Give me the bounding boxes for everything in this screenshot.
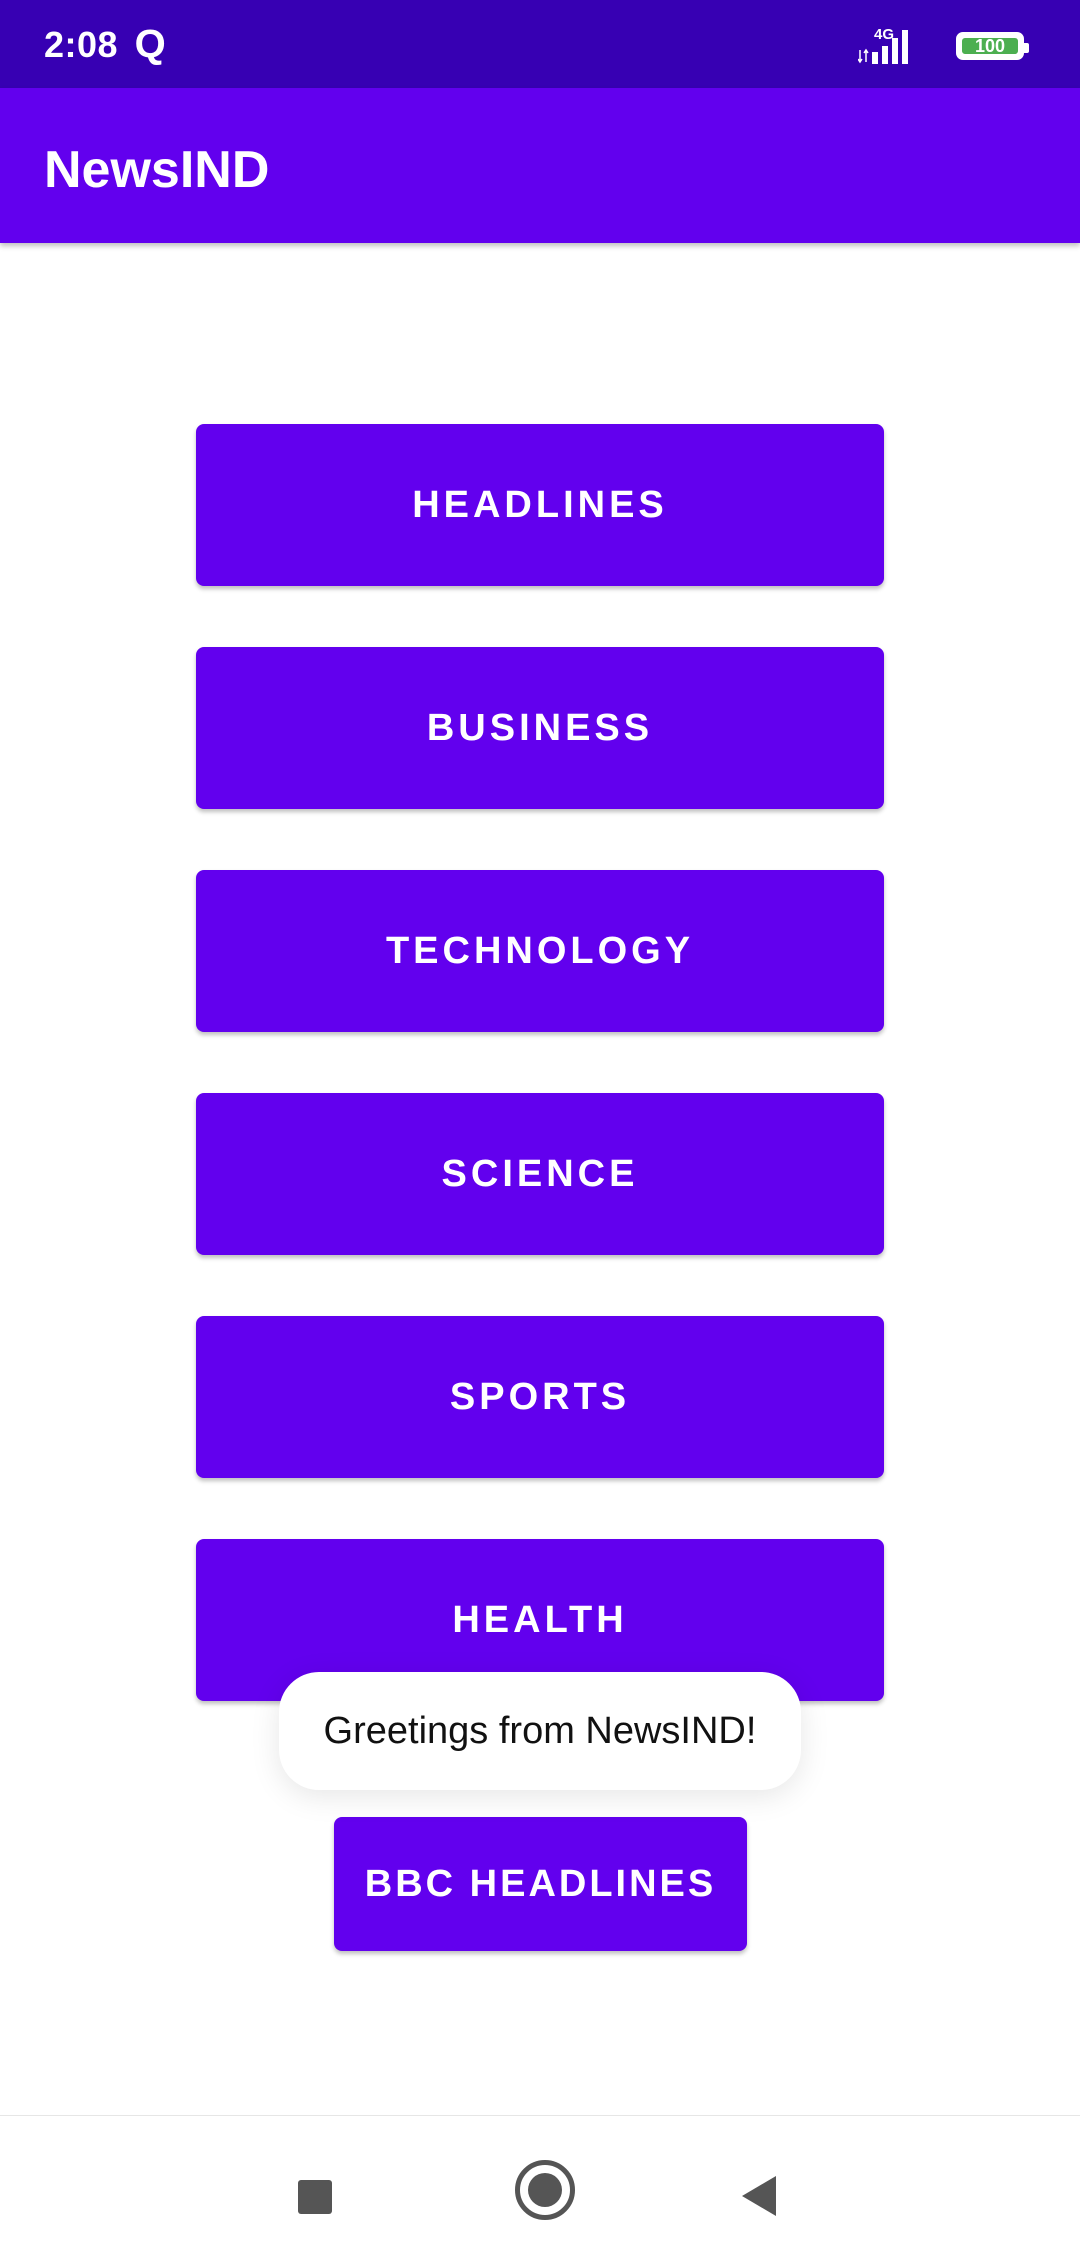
home-circle-icon[interactable] xyxy=(515,2160,575,2220)
business-button[interactable]: BUSINESS xyxy=(196,647,884,809)
status-q-icon: Q xyxy=(134,22,167,66)
home-circle-inner xyxy=(528,2173,562,2207)
technology-button[interactable]: TECHNOLOGY xyxy=(196,870,884,1032)
app-bar: NewsIND xyxy=(0,88,1080,243)
signal-strength-icon xyxy=(858,30,908,64)
recents-square-icon[interactable] xyxy=(298,2180,332,2214)
toast-message: Greetings from NewsIND! xyxy=(279,1672,801,1790)
battery-percent: 100 xyxy=(974,36,1006,56)
bbc-headlines-button[interactable]: BBC HEADLINES xyxy=(334,1817,747,1951)
sports-button[interactable]: SPORTS xyxy=(196,1316,884,1478)
science-button[interactable]: SCIENCE xyxy=(196,1093,884,1255)
status-bar: 2:08 Q 4G 100 xyxy=(0,0,1080,88)
status-time: 2:08 Q xyxy=(44,22,166,67)
status-time-text: 2:08 xyxy=(44,24,119,65)
back-triangle-icon[interactable] xyxy=(742,2176,776,2216)
app-title: NewsIND xyxy=(44,141,270,199)
system-nav-bar xyxy=(0,2115,1080,2247)
battery-tip xyxy=(1024,43,1029,53)
battery-icon: 100 xyxy=(956,32,1029,60)
headlines-button[interactable]: HEADLINES xyxy=(196,424,884,586)
